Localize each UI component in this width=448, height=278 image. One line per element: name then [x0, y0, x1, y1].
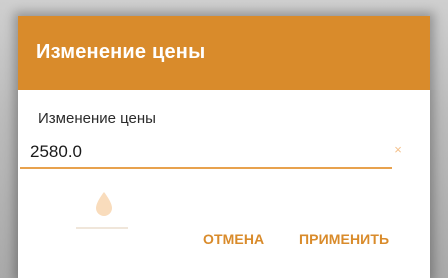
dialog-title: Изменение цены [36, 41, 206, 63]
price-input[interactable] [30, 140, 370, 164]
cancel-button[interactable]: ОТМЕНА [203, 231, 264, 247]
apply-button[interactable]: ПРИМЕНИТЬ [299, 231, 389, 247]
dialog-header: Изменение цены [18, 16, 430, 90]
text-cursor-drop-handle-icon[interactable] [93, 190, 115, 218]
cursor-handle-line [76, 227, 128, 229]
close-icon[interactable]: × [392, 142, 404, 158]
price-field-label: Изменение цены [38, 110, 156, 127]
price-input-underline [20, 167, 392, 169]
